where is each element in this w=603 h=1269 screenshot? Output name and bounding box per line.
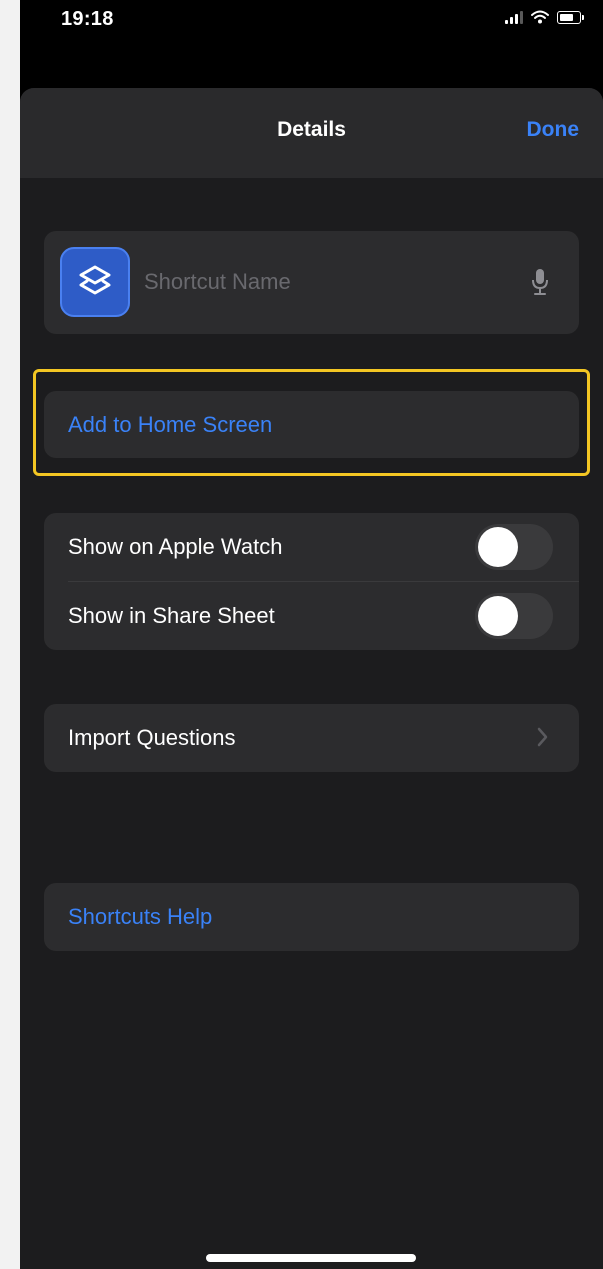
done-button[interactable]: Done bbox=[527, 118, 580, 142]
mic-icon[interactable] bbox=[531, 268, 549, 296]
home-indicator bbox=[206, 1254, 416, 1262]
page-title: Details bbox=[277, 118, 346, 141]
share-sheet-label: Show in Share Sheet bbox=[68, 603, 275, 628]
battery-icon bbox=[557, 10, 584, 24]
status-bar: 19:18 bbox=[20, 0, 603, 70]
phone-screen: 19:18 Details Done Shortcut Name Add to … bbox=[20, 0, 603, 1269]
wifi-icon bbox=[531, 10, 549, 24]
chevron-right-icon bbox=[537, 727, 548, 747]
add-to-home-screen-button[interactable]: Add to Home Screen bbox=[44, 391, 579, 458]
share-sheet-toggle[interactable] bbox=[475, 593, 553, 639]
status-icons bbox=[505, 10, 584, 24]
shortcuts-help-label: Shortcuts Help bbox=[68, 904, 213, 929]
shortcuts-icon[interactable] bbox=[60, 247, 130, 317]
add-to-home-screen-label: Add to Home Screen bbox=[68, 412, 273, 437]
nav-bar: Details Done bbox=[20, 88, 603, 178]
toggle-knob bbox=[478, 527, 518, 567]
signal-icon bbox=[505, 10, 523, 24]
apple-watch-row: Show on Apple Watch bbox=[44, 513, 579, 582]
share-sheet-row: Show in Share Sheet bbox=[44, 582, 579, 650]
apple-watch-toggle[interactable] bbox=[475, 524, 553, 570]
toggle-group: Show on Apple Watch Show in Share Sheet bbox=[44, 513, 579, 650]
status-time: 19:18 bbox=[61, 8, 114, 30]
details-sheet: Details Done Add to Home Screen bbox=[20, 88, 603, 1269]
shortcut-name-card bbox=[44, 231, 579, 334]
toggle-knob bbox=[478, 596, 518, 636]
shortcuts-help-button[interactable]: Shortcuts Help bbox=[44, 883, 579, 951]
apple-watch-label: Show on Apple Watch bbox=[68, 534, 283, 559]
import-questions-label: Import Questions bbox=[68, 725, 236, 750]
import-questions-button[interactable]: Import Questions bbox=[44, 704, 579, 772]
shortcut-name-input[interactable] bbox=[144, 264, 504, 300]
